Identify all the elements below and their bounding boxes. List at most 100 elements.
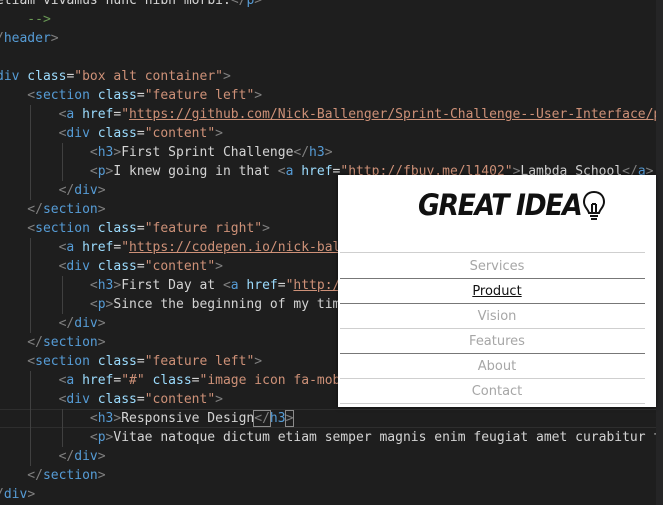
nav-divider — [340, 353, 645, 354]
code-line[interactable]: </div> — [59, 181, 106, 200]
code-line[interactable]: </section> — [27, 200, 105, 219]
code-token: href — [74, 107, 114, 122]
code-token: > — [97, 468, 106, 483]
code-line[interactable]: </section> — [27, 466, 105, 485]
code-token: </ — [27, 468, 43, 483]
code-token: "feature right" — [144, 221, 263, 236]
indent-guide — [30, 105, 32, 124]
logo[interactable]: GREAT IDEA — [418, 187, 606, 223]
nav-divider — [340, 378, 645, 379]
code-token: </ — [253, 410, 271, 427]
code-token: href — [74, 240, 114, 255]
nav-divider — [340, 403, 645, 404]
code-token: p — [97, 297, 106, 312]
indent-guide — [30, 409, 32, 428]
code-line[interactable]: </section> — [27, 333, 105, 352]
code-token: I knew going in that — [113, 164, 278, 179]
nav-link-about[interactable]: About — [338, 356, 656, 378]
code-token: = — [136, 392, 145, 407]
code-token: "content" — [144, 259, 216, 274]
code-token: > — [223, 69, 231, 84]
indent-guide — [30, 276, 32, 295]
nav-link-features[interactable]: Features — [338, 331, 656, 353]
nav-link-services[interactable]: Services — [338, 256, 656, 278]
code-line[interactable]: </div> — [59, 447, 106, 466]
code-token: "content" — [144, 392, 216, 407]
code-line[interactable]: /div> — [0, 485, 35, 504]
code-token: section — [42, 335, 98, 350]
code-token: = — [136, 126, 145, 141]
code-token: = — [136, 259, 145, 274]
code-line[interactable]: --> — [27, 10, 50, 29]
code-token: > — [215, 259, 223, 274]
indent-guide — [61, 143, 63, 162]
code-token: " — [121, 240, 130, 255]
code-token: > — [97, 316, 106, 331]
code-token: href — [238, 278, 278, 293]
code-line[interactable]: /header> — [0, 29, 59, 48]
code-token: "image icon fa-mob — [199, 373, 341, 388]
code-token: </ — [27, 335, 43, 350]
code-line[interactable]: <div class="content"> — [59, 390, 223, 409]
code-token: > — [284, 410, 295, 427]
code-line[interactable]: <h3>First Sprint Challenge</h3> — [90, 143, 333, 162]
code-token: First Sprint Challenge — [121, 145, 294, 160]
code-token: < — [89, 164, 98, 179]
code-line[interactable]: etiam vivamus nunc nibh morbi.</p> — [0, 0, 262, 10]
code-token: h3 — [309, 145, 325, 160]
code-line[interactable]: <p>Vitae natoque dictum etiam semper mag… — [90, 428, 661, 447]
code-token: > — [97, 202, 106, 217]
indent-guide — [61, 276, 63, 295]
code-token: class — [89, 221, 137, 236]
code-token: > — [254, 354, 263, 369]
code-token: > — [254, 88, 263, 103]
code-line[interactable]: <div class="content"> — [59, 257, 223, 276]
nav-divider — [340, 328, 645, 329]
code-token: section — [35, 221, 90, 236]
code-token: > — [97, 449, 106, 464]
code-token: h3 — [97, 145, 114, 160]
code-line[interactable]: <p>Since the beginning of my tim — [90, 295, 340, 314]
logo-text: GREAT IDEA — [418, 188, 583, 222]
nav-link-vision[interactable]: Vision — [338, 306, 656, 328]
nav-link-contact[interactable]: Contact — [338, 381, 656, 403]
code-line[interactable]: <a href="https://github.com/Nick-Balleng… — [59, 105, 662, 124]
code-token: < — [222, 278, 231, 293]
code-token: section — [35, 354, 90, 369]
editor-scrollbar[interactable] — [656, 0, 663, 505]
code-line[interactable]: <section class="feature left"> — [27, 86, 262, 105]
nav-link-product[interactable]: Product — [338, 281, 656, 303]
code-token: div — [66, 259, 90, 274]
code-token: </ — [58, 449, 75, 464]
code-token: > — [262, 221, 270, 236]
code-token: div — [74, 316, 98, 331]
code-token: < — [89, 145, 98, 160]
code-token: > — [97, 335, 106, 350]
code-line[interactable]: <a href="https://codepen.io/nick-bal — [59, 238, 341, 257]
code-token: div — [74, 183, 98, 198]
code-line[interactable]: <section class="feature left"> — [27, 352, 262, 371]
code-token: = — [191, 373, 200, 388]
code-token: </ — [293, 145, 310, 160]
code-token: Responsive Design — [121, 411, 255, 426]
code-token: section — [42, 468, 98, 483]
code-token: </ — [58, 183, 75, 198]
code-line[interactable]: div class="box alt container"> — [0, 67, 231, 86]
code-line[interactable]: <a href="#" class="image icon fa-mob — [59, 371, 341, 390]
lightbulb-icon — [579, 187, 609, 227]
code-token: class — [19, 69, 67, 84]
indent-guide — [61, 409, 63, 428]
code-token: </ — [27, 202, 43, 217]
code-line[interactable]: <div class="content"> — [59, 124, 223, 143]
code-line[interactable]: </div> — [59, 314, 106, 333]
code-token: http:/ — [293, 278, 341, 293]
code-token: div — [66, 126, 90, 141]
code-line[interactable]: <h3>Responsive Design</h3> — [0, 409, 663, 428]
code-token: < — [89, 297, 98, 312]
code-line[interactable]: <h3>First Day at <a href="http:/ — [90, 276, 340, 295]
code-token: p — [97, 430, 106, 445]
code-line[interactable]: <section class="feature right"> — [27, 219, 270, 238]
indent-guide — [30, 162, 32, 181]
code-token: class — [89, 88, 137, 103]
code-token: </ — [58, 316, 75, 331]
